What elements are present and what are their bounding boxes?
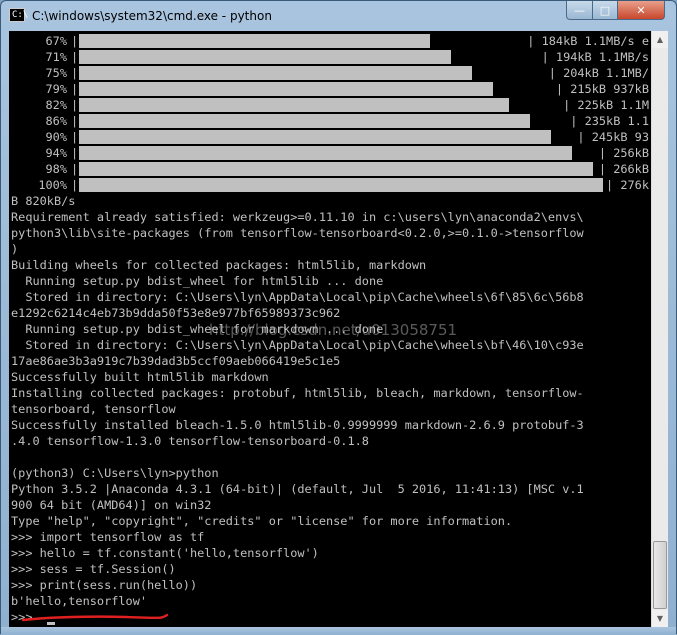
watermark: http://blog.csdn.net/u013058751 <box>209 321 458 339</box>
progress-percent: 100% <box>38 178 67 192</box>
console-line: Successfully installed bleach-1.5.0 html… <box>11 418 584 432</box>
progress-percent: 86% <box>45 114 67 128</box>
console-line: >>> sess = tf.Session() <box>11 562 176 576</box>
progress-bar-edge: | <box>71 130 79 144</box>
red-underline-annotation <box>21 613 169 622</box>
progress-percent: 71% <box>45 50 67 64</box>
progress-bar-edge: | <box>71 50 79 64</box>
console-line: Running setup.py bdist_wheel for html5li… <box>11 274 384 288</box>
console-line: B 820kB/s <box>11 194 76 208</box>
console-line: .4.0 tensorflow-1.3.0 tensorflow-tensorb… <box>11 434 369 448</box>
progress-bar-fill <box>79 178 603 192</box>
console-line: Successfully built html5lib markdown <box>11 370 269 384</box>
progress-percent: 75% <box>45 66 67 80</box>
console-output[interactable]: 67% | | 184kB 1.1MB/s e 71% | | 194kB 1.1MB/s… <box>9 31 651 627</box>
progress-bar-edge: | <box>71 98 79 112</box>
console-line: Stored in directory: C:\Users\lyn\AppDat… <box>11 338 584 352</box>
vertical-scrollbar[interactable]: ▲ ▼ <box>651 31 668 627</box>
progress-percent: 79% <box>45 82 67 96</box>
progress-bar-edge: | <box>71 178 79 192</box>
progress-bar-fill <box>79 82 493 96</box>
console-line: e1292c6214c4eb73b9dda50f53e8e977bf659893… <box>11 306 341 320</box>
progress-speed-text: | 276k <box>606 178 649 192</box>
progress-speed-text: | 245kB 93 <box>577 130 649 144</box>
progress-bar-edge: | <box>71 162 79 176</box>
close-button[interactable]: ✕ <box>617 1 665 20</box>
console-line: ) <box>11 242 19 256</box>
title-bar[interactable]: C:\ C:\windows\system32\cmd.exe - python… <box>1 1 676 31</box>
close-icon: ✕ <box>636 3 646 17</box>
console-line: Type "help", "copyright", "credits" or "… <box>11 514 513 528</box>
progress-bar-edge: | <box>71 82 79 96</box>
console-line: >>> import tensorflow as tf <box>11 530 205 544</box>
progress-bar-fill <box>79 50 451 64</box>
progress-bar-fill <box>79 34 430 48</box>
progress-bar-edge: | <box>71 146 79 160</box>
window-title: C:\windows\system32\cmd.exe - python <box>32 9 272 23</box>
progress-bar-fill <box>79 66 472 80</box>
scrollbar-thumb[interactable] <box>653 541 667 609</box>
progress-bar-edge: | <box>71 34 79 48</box>
console-line: python3\lib\site-packages (from tensorfl… <box>11 226 584 240</box>
minimize-icon: — <box>574 3 585 17</box>
progress-percent: 94% <box>45 146 67 160</box>
minimize-button[interactable]: — <box>566 1 593 20</box>
progress-percent: 82% <box>45 98 67 112</box>
console-line: Stored in directory: C:\Users\lyn\AppDat… <box>11 290 584 304</box>
console-line: b'hello,tensorflow' <box>11 594 148 608</box>
progress-percent: 90% <box>45 130 67 144</box>
progress-speed-text: | 215kB 937kB <box>555 82 649 96</box>
progress-bar-fill <box>79 130 551 144</box>
scroll-up-arrow-icon[interactable]: ▲ <box>652 31 668 48</box>
scroll-down-arrow-icon[interactable]: ▼ <box>652 610 668 627</box>
console-line: 17ae86ae3b3a919c7b39dad3b5ccf09aeb066419… <box>11 354 341 368</box>
console-line: (python3) C:\Users\lyn>python <box>11 466 219 480</box>
progress-speed-text: | 194kB 1.1MB/s <box>541 50 649 64</box>
console-line: 900 64 bit (AMD64)] on win32 <box>11 498 212 512</box>
console-line: Installing collected packages: protobuf,… <box>11 386 584 400</box>
console-line: Building wheels for collected packages: … <box>11 258 427 272</box>
progress-speed-text: | 225kB 1.1M <box>563 98 649 112</box>
console-line: tensorboard, tensorflow <box>11 402 176 416</box>
console-line: >>> print(sess.run(hello)) <box>11 578 198 592</box>
progress-bar-fill <box>79 162 593 176</box>
progress-speed-text: | 256kB <box>598 146 649 160</box>
progress-percent: 98% <box>45 162 67 176</box>
progress-bar-fill <box>79 146 572 160</box>
progress-speed-text: | 235kB 1.1 <box>570 114 649 128</box>
console-line: Python 3.5.2 |Anaconda 4.3.1 (64-bit)| (… <box>11 482 584 496</box>
maximize-icon: □ <box>599 3 611 17</box>
progress-bar-edge: | <box>71 66 79 80</box>
progress-bar-fill <box>79 98 509 112</box>
console-line: >>> hello = tf.constant('hello,tensorflo… <box>11 546 319 560</box>
progress-bar-fill <box>79 114 530 128</box>
maximize-button[interactable]: □ <box>592 1 618 20</box>
progress-bar-edge: | <box>71 114 79 128</box>
cmd-window: C:\ C:\windows\system32\cmd.exe - python… <box>0 0 677 635</box>
cmd-app-icon[interactable]: C:\ <box>9 8 28 22</box>
console-line: Requirement already satisfied: werkzeug>… <box>11 210 584 224</box>
progress-speed-text: | 204kB 1.1MB/ <box>548 66 649 80</box>
progress-speed-text: | 184kB 1.1MB/s e <box>527 34 649 48</box>
progress-percent: 67% <box>45 34 67 48</box>
progress-speed-text: | 266kB <box>598 162 649 176</box>
